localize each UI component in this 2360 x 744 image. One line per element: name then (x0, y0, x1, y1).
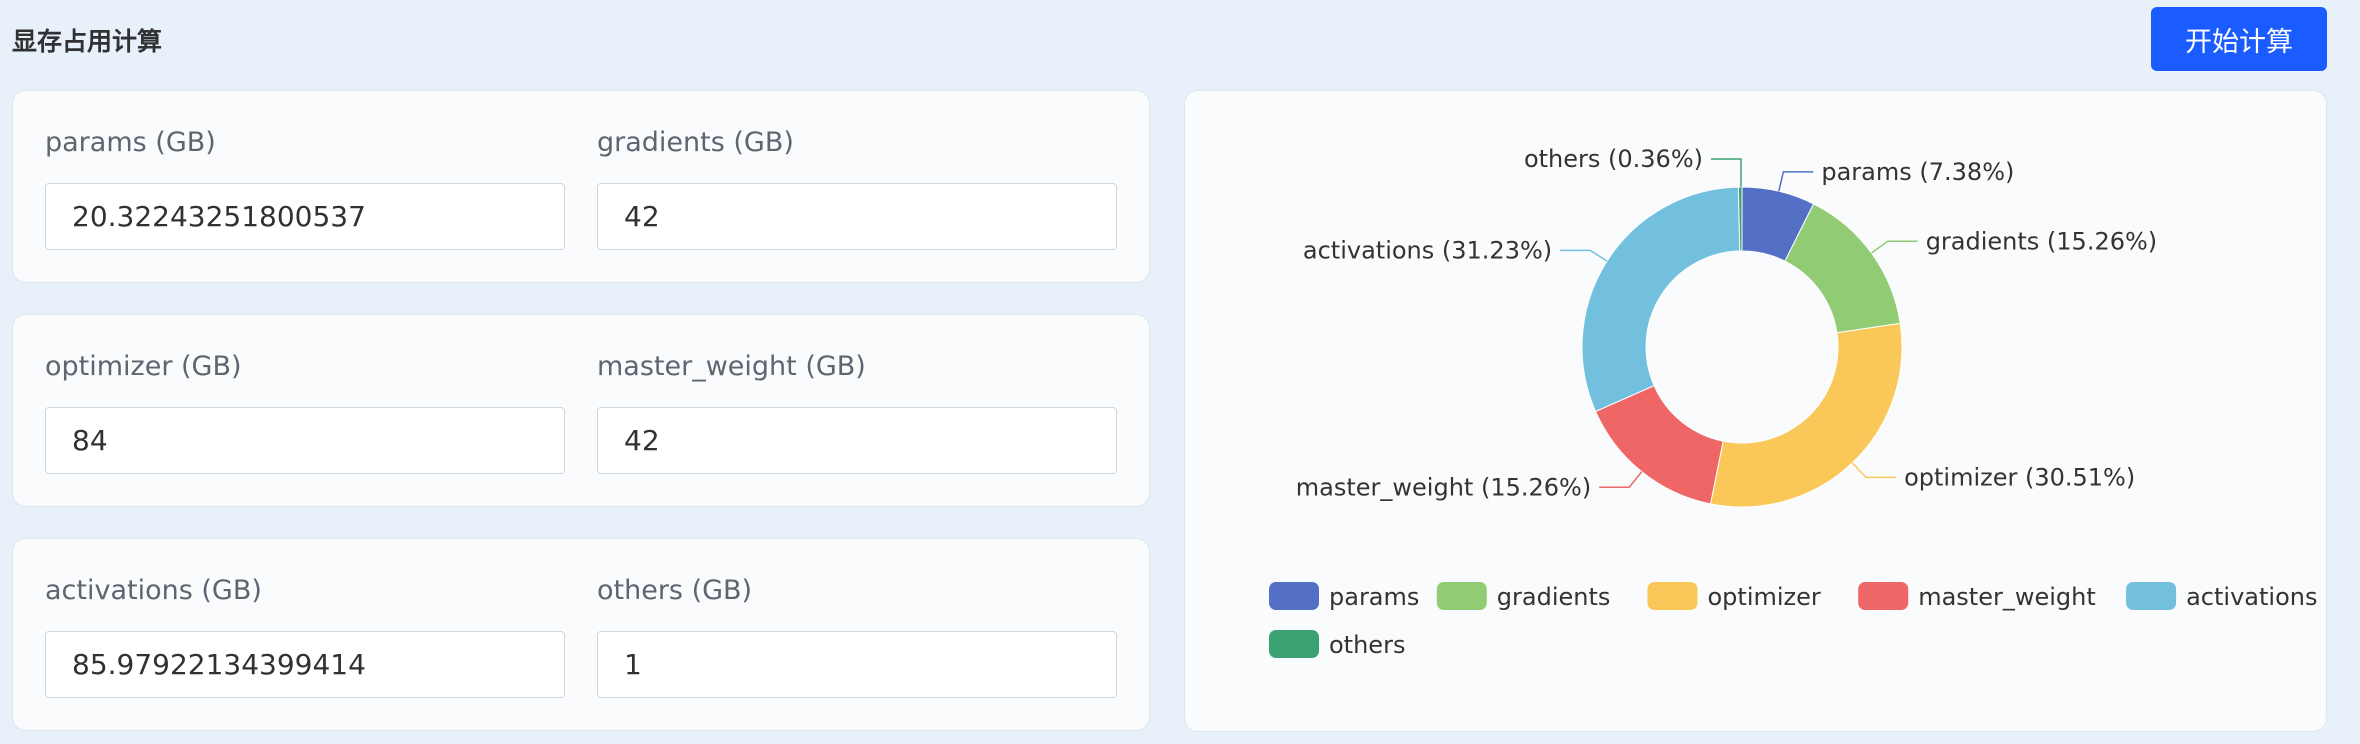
page-title: 显存占用计算 (12, 27, 163, 56)
pie-label-others: others (0.36%) (1524, 145, 1703, 173)
legend-label: params (1329, 583, 1419, 611)
legend-label: optimizer (1708, 583, 1821, 611)
legend-item-activations[interactable]: activations (2126, 582, 2317, 611)
activations-input[interactable] (45, 631, 565, 698)
legend-label: activations (2186, 583, 2317, 611)
legend-swatch (1647, 582, 1698, 610)
legend-item-others[interactable]: others (1269, 630, 1405, 659)
legend-item-gradients[interactable]: gradients (1436, 582, 1611, 611)
pie-leader-line-activations (1560, 249, 1608, 262)
gradients-input[interactable] (597, 183, 1117, 250)
params-label: params (GB) (45, 127, 216, 158)
legend-swatch (2126, 582, 2177, 610)
pie-slice-optimizer[interactable] (1709, 322, 1903, 508)
legend-swatch (1269, 582, 1319, 610)
legend-item-master-weight[interactable]: master_weight (1858, 582, 2096, 611)
legend-swatch (1436, 582, 1487, 610)
start-calculation-button[interactable]: 开始计算 (2151, 7, 2327, 71)
legend-label: others (1329, 631, 1405, 659)
gradients-label: gradients (GB) (597, 127, 794, 158)
pie-label-gradients: gradients (15.26%) (1926, 227, 2157, 255)
pie-leader-line-gradients (1871, 240, 1918, 254)
optimizer-master-weight-card: optimizer (GB) master_weight (GB) (12, 314, 1150, 507)
pie-leader-line-others (1711, 158, 1742, 187)
pie-label-master-weight: master_weight (15.26%) (1296, 473, 1591, 501)
pie-label-params: params (7.38%) (1821, 158, 2014, 186)
others-input[interactable] (597, 631, 1117, 698)
pie-leader-line-optimizer (1851, 462, 1897, 479)
pie-label-optimizer: optimizer (30.51%) (1904, 463, 2135, 491)
legend-swatch (1269, 630, 1319, 658)
activations-others-card: activations (GB) others (GB) (12, 538, 1150, 731)
master-weight-label: master_weight (GB) (597, 351, 866, 382)
others-label: others (GB) (597, 575, 753, 606)
pie-leader-line-params (1778, 171, 1814, 192)
optimizer-label: optimizer (GB) (45, 351, 242, 382)
params-gradients-card: params (GB) gradients (GB) (12, 90, 1150, 283)
legend-item-params[interactable]: params (1269, 582, 1419, 611)
params-input[interactable] (45, 183, 565, 250)
optimizer-input[interactable] (45, 407, 565, 474)
legend-label: gradients (1497, 583, 1611, 611)
legend-item-optimizer[interactable]: optimizer (1647, 582, 1821, 611)
legend-swatch (1858, 582, 1909, 610)
pie-slice-activations[interactable] (1581, 186, 1741, 413)
memory-donut-chart: params (7.38%) gradients (15.26%) optimize… (1269, 145, 2317, 659)
master-weight-input[interactable] (597, 407, 1117, 474)
legend-label: master_weight (1918, 583, 2096, 611)
memory-pie-chart-card: params (7.38%) gradients (15.26%) optimize… (1184, 90, 2327, 732)
activations-label: activations (GB) (45, 575, 262, 606)
pie-label-activations: activations (31.23%) (1303, 236, 1552, 264)
pie-leader-line-master-weight (1599, 471, 1643, 489)
